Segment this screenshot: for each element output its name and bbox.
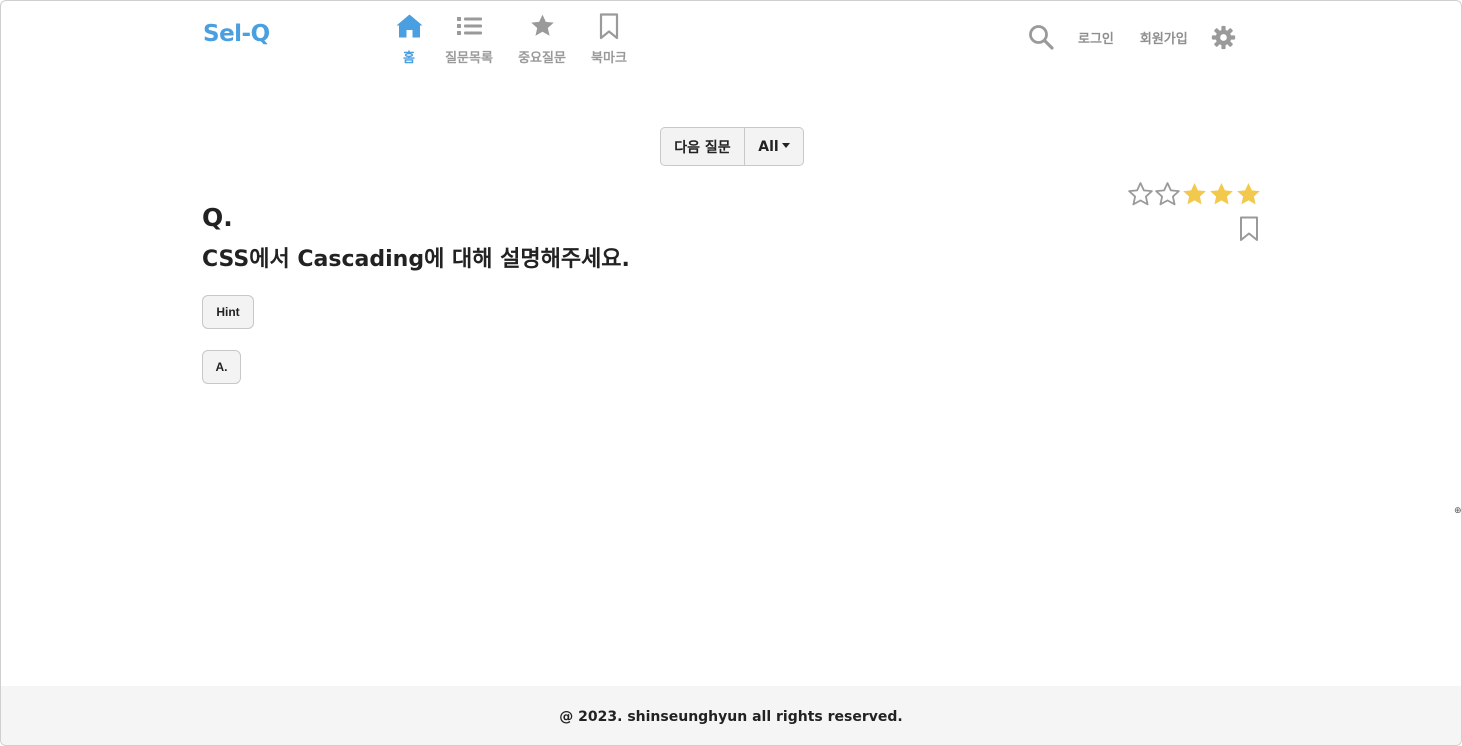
nav-item-bookmark[interactable]: 북마크 — [577, 11, 641, 66]
top-navbar: Sel-Q 홈 질문목록 중요질문 북마크 로그인 회원가입 — [1, 1, 1461, 73]
bookmark-question-button[interactable] — [1237, 215, 1261, 243]
question-controls: 다음 질문 All — [660, 127, 804, 166]
gear-icon — [1212, 25, 1236, 49]
main-nav: 홈 질문목록 중요질문 북마크 — [387, 11, 641, 66]
home-icon — [395, 11, 424, 41]
question-text: CSS에서 Cascading에 대해 설명해주세요. — [202, 247, 630, 272]
star-filled-icon[interactable] — [1208, 181, 1235, 208]
bookmark-icon — [1240, 216, 1258, 241]
bookmark-icon — [599, 11, 619, 41]
search-button[interactable] — [1025, 21, 1057, 53]
star-empty-icon[interactable] — [1154, 181, 1181, 208]
star-icon — [529, 11, 556, 41]
nav-label-home: 홈 — [403, 51, 415, 66]
login-link[interactable]: 로그인 — [1078, 28, 1114, 47]
star-filled-icon[interactable] — [1181, 181, 1208, 208]
nav-item-important[interactable]: 중요질문 — [507, 11, 577, 66]
difficulty-rating — [1127, 181, 1262, 208]
logo[interactable]: Sel-Q — [203, 21, 270, 47]
hint-button[interactable]: Hint — [202, 295, 254, 329]
nav-item-question-list[interactable]: 질문목록 — [431, 11, 507, 66]
question-label: Q. — [202, 203, 233, 232]
caret-down-icon — [781, 143, 790, 148]
app-window: Sel-Q 홈 질문목록 중요질문 북마크 로그인 회원가입 다음 질문 All… — [0, 0, 1462, 746]
footer: @ 2023. shinseunghyun all rights reserve… — [1, 686, 1461, 745]
nav-label-important: 중요질문 — [518, 51, 566, 66]
filter-dropdown[interactable]: All — [745, 127, 804, 166]
answer-button[interactable]: A. — [202, 350, 241, 384]
star-filled-icon[interactable] — [1235, 181, 1262, 208]
signup-link[interactable]: 회원가입 — [1140, 28, 1188, 47]
footer-copyright: @ 2023. shinseunghyun all rights reserve… — [559, 708, 903, 725]
nav-label-bookmark: 북마크 — [591, 51, 627, 66]
nav-item-home[interactable]: 홈 — [387, 11, 431, 66]
search-icon — [1029, 25, 1054, 50]
header-tools: 로그인 회원가입 — [1025, 21, 1238, 53]
list-icon — [456, 11, 482, 41]
nav-label-question-list: 질문목록 — [445, 51, 493, 66]
next-question-button[interactable]: 다음 질문 — [660, 127, 745, 166]
resize-handle-icon[interactable]: ⊕ — [1454, 507, 1461, 516]
star-empty-icon[interactable] — [1127, 181, 1154, 208]
settings-button[interactable] — [1210, 23, 1238, 51]
filter-dropdown-label: All — [758, 138, 779, 155]
